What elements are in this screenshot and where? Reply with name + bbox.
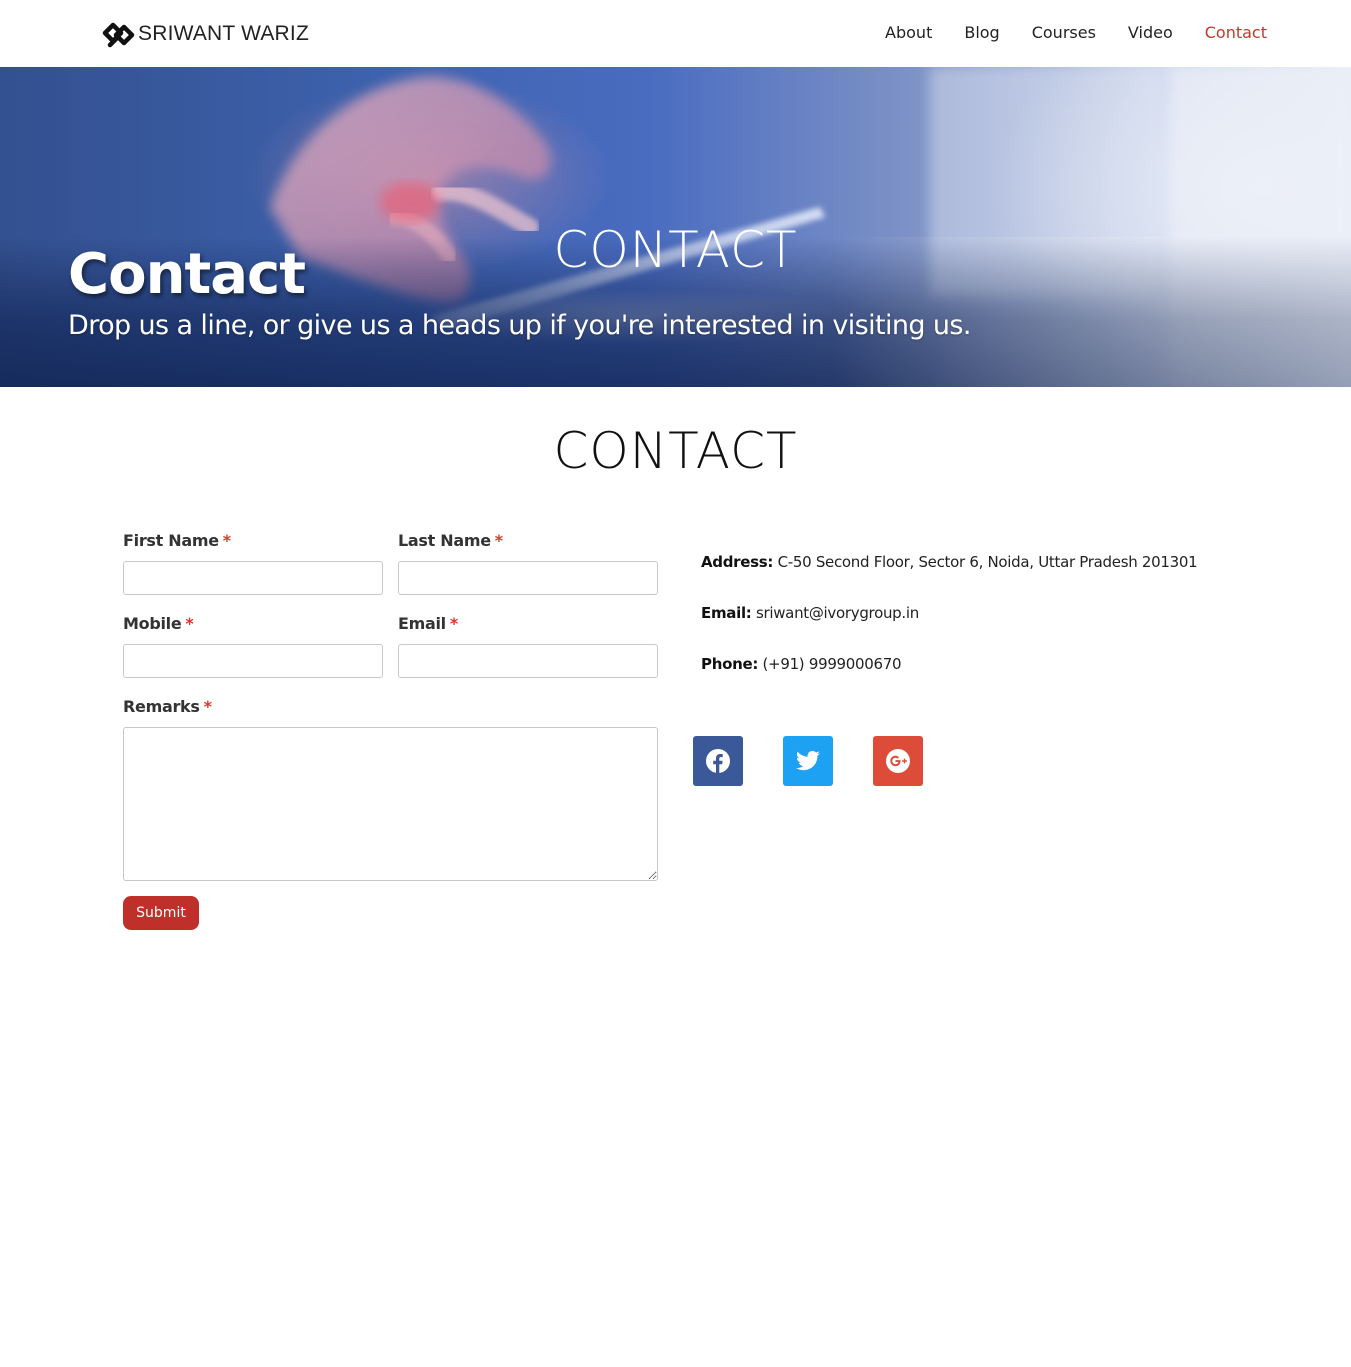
logo-text: SRIWANT WARIZ (138, 22, 309, 45)
required-marker: * (185, 614, 194, 633)
mobile-label-text: Mobile (123, 614, 182, 633)
hero-subtitle: Drop us a line, or give us a heads up if… (68, 310, 971, 341)
facebook-button[interactable] (693, 736, 743, 786)
phone-info: Phone: (+91) 9999000670 (701, 653, 902, 675)
google-plus-icon (886, 749, 910, 773)
last-name-label-text: Last Name (398, 531, 491, 550)
remarks-label: Remarks * (123, 696, 212, 718)
nav-about[interactable]: About (885, 22, 932, 44)
required-marker: * (494, 531, 503, 550)
page-title: CONTACT (553, 422, 798, 480)
email-info-value[interactable]: sriwant@ivorygroup.in (756, 604, 919, 622)
address-label: Address: (701, 553, 774, 571)
logo-icon (102, 22, 135, 48)
address-value: C-50 Second Floor, Sector 6, Noida, Utta… (777, 553, 1198, 571)
address-info: Address: C-50 Second Floor, Sector 6, No… (701, 551, 1198, 573)
first-name-input[interactable] (123, 561, 383, 595)
last-name-input[interactable] (398, 561, 658, 595)
hero-title: Contact (68, 242, 306, 307)
nav-contact[interactable]: Contact (1205, 22, 1267, 44)
nav-video[interactable]: Video (1128, 22, 1173, 44)
email-input[interactable] (398, 644, 658, 678)
email-label: Email * (398, 613, 458, 635)
phone-label: Phone: (701, 655, 759, 673)
email-info-label: Email: (701, 604, 752, 622)
required-marker: * (449, 614, 458, 633)
site-header: SRIWANT WARIZ About Blog Courses Video C… (0, 0, 1351, 67)
nav-courses[interactable]: Courses (1032, 22, 1096, 44)
facebook-icon (706, 749, 730, 773)
google-plus-button[interactable] (873, 736, 923, 786)
first-name-label: First Name * (123, 530, 231, 552)
remarks-textarea[interactable] (123, 727, 658, 881)
last-name-label: Last Name * (398, 530, 503, 552)
twitter-button[interactable] (783, 736, 833, 786)
hero-banner: CONTACT Contact Drop us a line, or give … (0, 67, 1351, 387)
phone-value[interactable]: (+91) 9999000670 (763, 655, 902, 673)
main-nav: About Blog Courses Video Contact (853, 22, 1267, 44)
logo[interactable]: SRIWANT WARIZ (102, 19, 309, 49)
mobile-input[interactable] (123, 644, 383, 678)
required-marker: * (222, 531, 231, 550)
submit-button[interactable]: Submit (123, 896, 199, 930)
remarks-label-text: Remarks (123, 697, 200, 716)
twitter-icon (796, 750, 820, 771)
email-label-text: Email (398, 614, 446, 633)
mobile-label: Mobile * (123, 613, 194, 635)
required-marker: * (203, 697, 212, 716)
email-info: Email: sriwant@ivorygroup.in (701, 602, 919, 624)
first-name-label-text: First Name (123, 531, 219, 550)
nav-blog[interactable]: Blog (964, 22, 999, 44)
